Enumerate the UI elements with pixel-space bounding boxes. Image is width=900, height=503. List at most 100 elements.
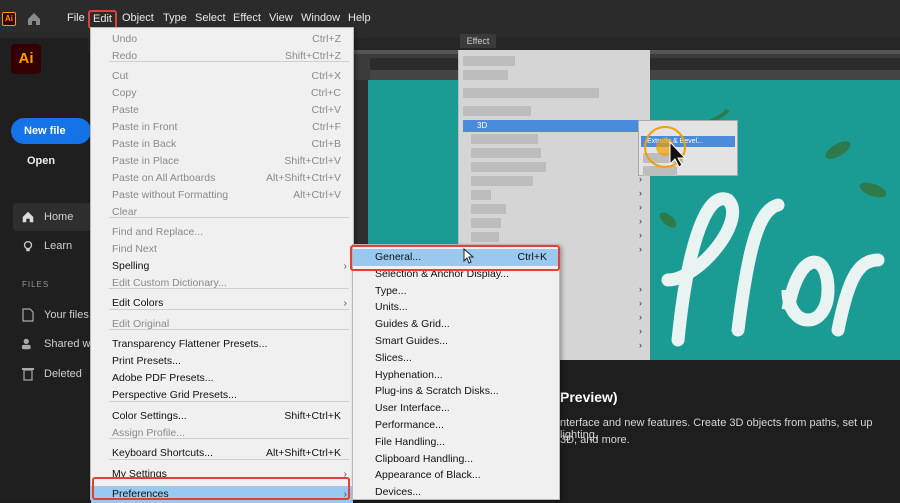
menu-item-label: Guides & Grid... xyxy=(375,318,450,331)
trash-icon xyxy=(22,368,34,381)
placeholder-bar xyxy=(463,88,599,98)
chevron-right-icon: › xyxy=(639,216,642,226)
edit-menu-item-paste: Paste Ctrl+V xyxy=(91,102,353,119)
menu-help[interactable]: Help xyxy=(348,12,371,24)
preferences-item-clipboard-handling[interactable]: Clipboard Handling... xyxy=(353,451,559,468)
menu-item-label: Paste without Formatting xyxy=(112,189,229,201)
menu-item-label: Color Settings... xyxy=(112,410,187,422)
menu-file[interactable]: File xyxy=(67,12,85,24)
edit-menu-item-transparency-flattener-presets[interactable]: Transparency Flattener Presets... xyxy=(91,336,353,353)
preferences-item-type[interactable]: Type... xyxy=(353,283,559,300)
menu-item-shortcut: Alt+Shift+Ctrl+V xyxy=(266,172,341,184)
menu-separator xyxy=(109,329,349,330)
preferences-item-user-interface[interactable]: User Interface... xyxy=(353,400,559,417)
feature-description-line: 3D, and more. xyxy=(560,434,630,446)
menu-select[interactable]: Select xyxy=(195,12,226,24)
menu-effect[interactable]: Effect xyxy=(233,12,261,24)
menu-item-label: Cut xyxy=(112,70,129,82)
preferences-item-smart-guides[interactable]: Smart Guides... xyxy=(353,333,559,350)
open-button[interactable]: Open xyxy=(27,155,55,167)
edit-menu-item-clear: Clear xyxy=(91,204,353,221)
menu-item-label: Adobe PDF Presets... xyxy=(112,372,214,384)
chevron-right-icon: › xyxy=(639,340,642,350)
menu-item-label: Print Presets... xyxy=(112,355,181,367)
sidebar-item-learn[interactable]: Learn xyxy=(44,240,72,252)
menu-item-shortcut: Ctrl+F xyxy=(312,121,341,133)
placeholder-bar xyxy=(471,134,538,144)
menu-view[interactable]: View xyxy=(269,12,293,24)
home-sidebar xyxy=(0,38,88,500)
files-header: FILES xyxy=(22,280,50,289)
effect-3d-item[interactable]: 3D xyxy=(463,120,643,132)
lightbulb-icon xyxy=(23,240,33,252)
preferences-item-file-handling[interactable]: File Handling... xyxy=(353,434,559,451)
edit-menu-item-find-and-replace: Find and Replace... xyxy=(91,224,353,241)
menu-item-label: Copy xyxy=(112,87,137,99)
menu-item-shortcut: Shift+Ctrl+V xyxy=(284,155,341,167)
preferences-item-devices[interactable]: Devices... xyxy=(353,484,559,501)
edit-menu-item-paste-in-place: Paste in Place Shift+Ctrl+V xyxy=(91,153,353,170)
chevron-right-icon: › xyxy=(639,326,642,336)
menu-item-shortcut: Ctrl+B xyxy=(311,138,341,150)
menu-separator xyxy=(109,309,349,310)
edit-menu-item-color-settings[interactable]: Color Settings... Shift+Ctrl+K xyxy=(91,408,353,425)
menu-separator xyxy=(109,459,349,460)
preferences-item-hyphenation[interactable]: Hyphenation... xyxy=(353,367,559,384)
new-file-button[interactable]: New file xyxy=(11,118,91,144)
menu-window[interactable]: Window xyxy=(301,12,340,24)
edit-menu-item-cut: Cut Ctrl+X xyxy=(91,68,353,85)
menu-item-label: Clear xyxy=(112,206,138,218)
sidebar-item-deleted[interactable]: Deleted xyxy=(44,368,82,380)
edit-menu-item-paste-on-all-artboards: Paste on All Artboards Alt+Shift+Ctrl+V xyxy=(91,170,353,187)
menu-separator xyxy=(109,61,349,62)
preferences-item-guides-grid[interactable]: Guides & Grid... xyxy=(353,316,559,333)
menu-item-label: Plug-ins & Scratch Disks... xyxy=(375,385,499,398)
menu-item-label: User Interface... xyxy=(375,402,450,415)
edit-menu-item-print-presets[interactable]: Print Presets... xyxy=(91,353,353,370)
placeholder-bar xyxy=(471,148,541,158)
home-icon[interactable] xyxy=(26,11,42,27)
preferences-item-plug-ins-scratch-disks[interactable]: Plug-ins & Scratch Disks... xyxy=(353,383,559,400)
menu-item-label: Smart Guides... xyxy=(375,335,448,347)
chevron-right-icon: › xyxy=(639,298,642,308)
menu-item-label: Edit Custom Dictionary... xyxy=(112,277,227,289)
chevron-right-icon: › xyxy=(639,312,642,322)
menu-item-label: Edit Original xyxy=(112,318,170,330)
menu-item-label: Transparency Flattener Presets... xyxy=(112,338,268,350)
menu-item-label: Undo xyxy=(112,33,138,45)
menu-object[interactable]: Object xyxy=(122,12,154,24)
edit-menu-item-spelling[interactable]: Spelling › xyxy=(91,258,353,275)
menu-item-shortcut: Alt+Ctrl+V xyxy=(293,189,341,201)
placeholder-bar xyxy=(471,176,533,186)
menu-separator xyxy=(109,401,349,402)
menu-item-label: Paste in Front xyxy=(112,121,178,133)
menu-item-label: Paste xyxy=(112,104,139,116)
preferences-annotation-outline xyxy=(92,477,350,500)
menu-item-label: Slices... xyxy=(375,351,412,364)
menu-separator xyxy=(109,217,349,218)
preferences-item-appearance-of-black[interactable]: Appearance of Black... xyxy=(353,467,559,484)
sidebar-item-your-files[interactable]: Your files xyxy=(44,309,89,321)
menu-item-label: Clipboard Handling... xyxy=(375,452,474,465)
placeholder-bar xyxy=(471,204,506,214)
chevron-right-icon: › xyxy=(639,188,642,198)
placeholder-bar xyxy=(471,190,491,200)
sidebar-item-shared[interactable]: Shared w xyxy=(44,338,90,350)
menu-item-label: Devices... xyxy=(375,486,422,499)
edit-menu-item-paste-in-back: Paste in Back Ctrl+B xyxy=(91,136,353,153)
menu-item-shortcut: Shift+Ctrl+K xyxy=(284,410,341,422)
edit-menu-item-adobe-pdf-presets[interactable]: Adobe PDF Presets... xyxy=(91,370,353,387)
menu-item-shortcut: Ctrl+V xyxy=(311,104,341,116)
placeholder-bar xyxy=(463,70,508,80)
placeholder-bar xyxy=(463,106,531,116)
menu-type[interactable]: Type xyxy=(163,12,187,24)
menu-item-label: Paste in Back xyxy=(112,138,177,150)
app-icon[interactable]: Ai xyxy=(2,12,16,26)
preferences-item-slices[interactable]: Slices... xyxy=(353,350,559,367)
placeholder-bar xyxy=(463,56,515,66)
preferences-item-performance[interactable]: Performance... xyxy=(353,417,559,434)
preferences-item-units[interactable]: Units... xyxy=(353,299,559,316)
edit-menu-item-undo: Undo Ctrl+Z xyxy=(91,31,353,48)
edit-menu-item-redo: Redo Shift+Ctrl+Z xyxy=(91,48,353,65)
placeholder-bar xyxy=(471,232,499,242)
